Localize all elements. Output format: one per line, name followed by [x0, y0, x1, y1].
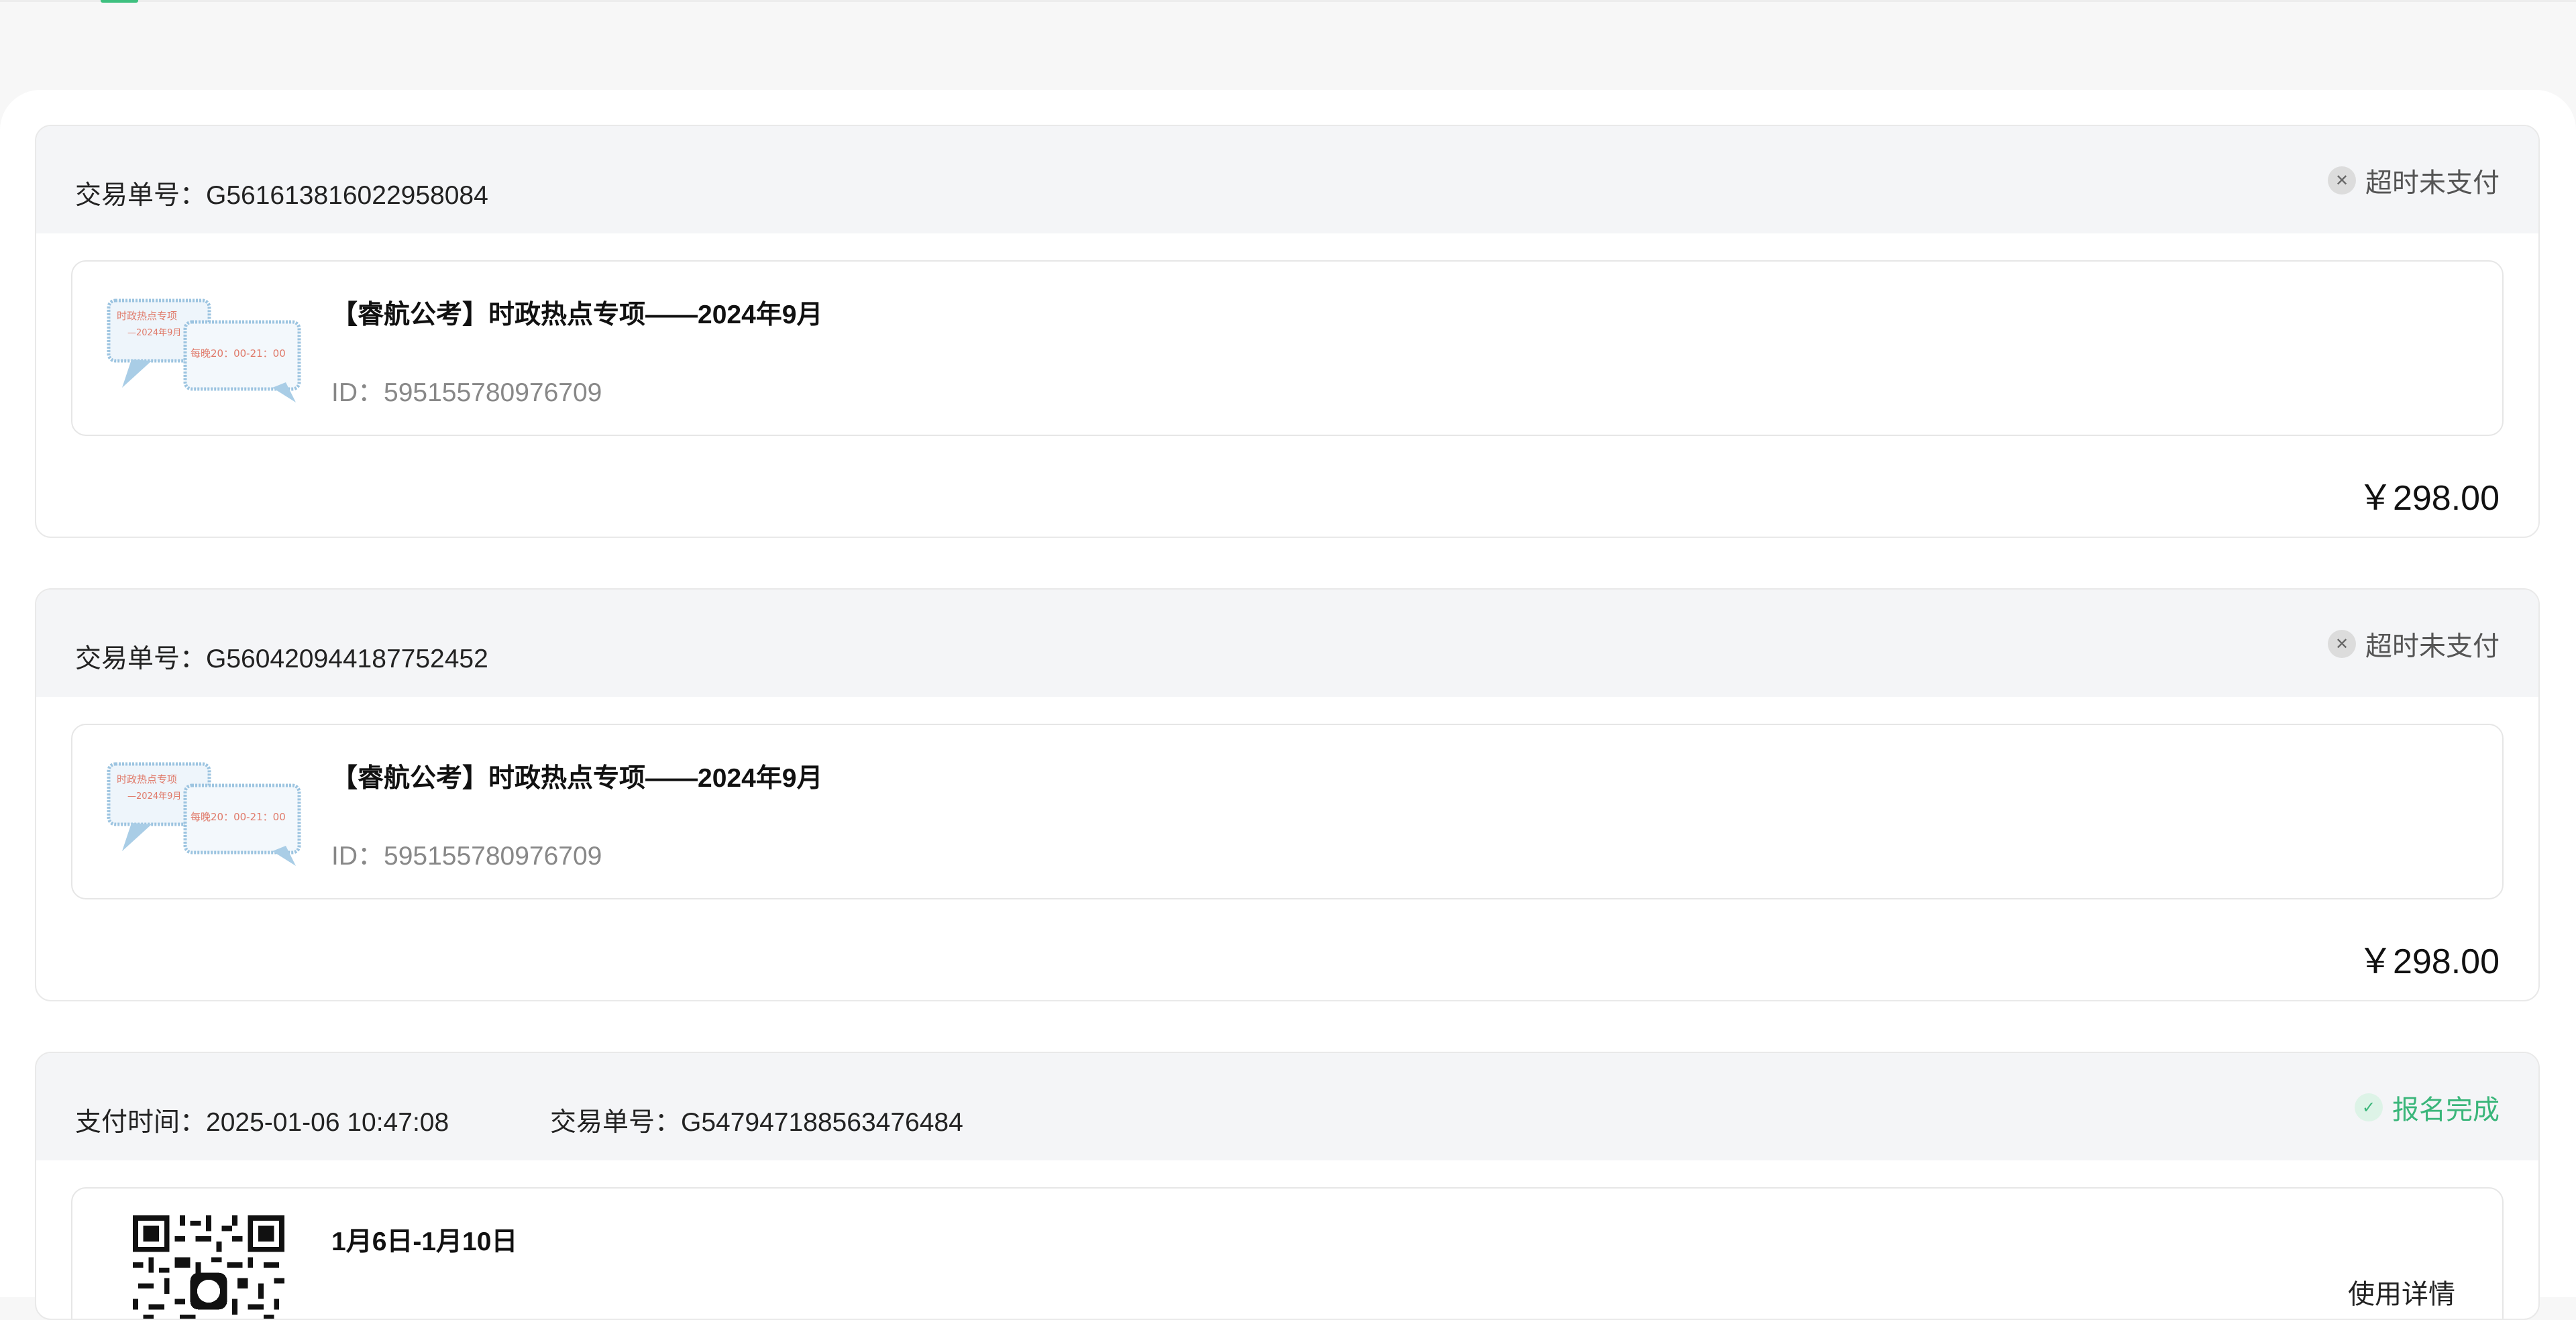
product-id: ID：595155780976709 [331, 835, 602, 873]
status-label: 超时未支付 [2365, 624, 2500, 663]
top-tab-indicator-bar [0, 0, 2576, 2]
order-card[interactable]: 支付时间：2025-01-06 10:47:08 交易单号：G547947188… [35, 1052, 2540, 1320]
svg-text:—2024年9月: —2024年9月 [127, 791, 181, 802]
usage-details-link[interactable]: 使用详情 [2348, 1272, 2455, 1311]
svg-text:每晚20：00-21：00: 每晚20：00-21：00 [191, 811, 286, 823]
close-icon: ✕ [2328, 630, 2356, 658]
order-number-text: 交易单号：G560420944187752452 [75, 638, 488, 675]
active-tab-indicator [101, 0, 138, 3]
status-badge: ✕ 超时未支付 [2328, 164, 2500, 197]
close-icon: ✕ [2328, 166, 2356, 195]
order-number-text: 交易单号：G547947188563476484 [550, 1101, 963, 1139]
svg-text:时政热点专项: 时政热点专项 [117, 773, 177, 785]
order-number-text: 交易单号：G561613816022958084 [75, 174, 488, 212]
product-id: ID：595155780976709 [331, 372, 602, 409]
pay-time-text: 支付时间：2025-01-06 10:47:08 [75, 1101, 449, 1139]
product-title: 1月6日-1月10日 [331, 1221, 517, 1258]
svg-text:—2024年9月: —2024年9月 [127, 328, 181, 338]
qr-code-image [133, 1215, 284, 1320]
check-icon: ✓ [2355, 1093, 2383, 1121]
product-title: 【睿航公考】时政热点专项——2024年9月 [331, 757, 822, 795]
order-price: ￥298.00 [2358, 933, 2500, 983]
product-title: 【睿航公考】时政热点专项——2024年9月 [331, 294, 822, 331]
order-price: ￥298.00 [2358, 470, 2500, 520]
svg-text:每晚20：00-21：00: 每晚20：00-21：00 [191, 347, 286, 360]
product-thumbnail: 时政热点专项 —2024年9月 每晚20：00-21：00 [105, 759, 306, 866]
status-badge: ✓ 报名完成 [2355, 1091, 2500, 1124]
status-label: 超时未支付 [2365, 161, 2500, 200]
order-card[interactable]: 交易单号：G560420944187752452 ✕ 超时未支付 时政热点专项 … [35, 588, 2540, 1001]
product-item[interactable]: 时政热点专项 —2024年9月 每晚20：00-21：00 【睿航公考】时政热点… [71, 724, 2504, 899]
status-label: 报名完成 [2392, 1088, 2500, 1127]
order-card-header: 交易单号：G560420944187752452 ✕ 超时未支付 [36, 590, 2538, 697]
svg-text:时政热点专项: 时政热点专项 [117, 310, 177, 322]
order-list-panel: 交易单号：G561613816022958084 ✕ 超时未支付 时政热点专项 … [0, 90, 2576, 1297]
product-item[interactable]: 1月6日-1月10日 使用详情 [71, 1187, 2504, 1320]
product-thumbnail: 时政热点专项 —2024年9月 每晚20：00-21：00 [105, 295, 306, 402]
status-badge: ✕ 超时未支付 [2328, 627, 2500, 661]
product-item[interactable]: 时政热点专项 —2024年9月 每晚20：00-21：00 【睿航公考】时政热点… [71, 260, 2504, 436]
order-card[interactable]: 交易单号：G561613816022958084 ✕ 超时未支付 时政热点专项 … [35, 125, 2540, 538]
order-card-header: 交易单号：G561613816022958084 ✕ 超时未支付 [36, 126, 2538, 233]
order-card-header: 支付时间：2025-01-06 10:47:08 交易单号：G547947188… [36, 1053, 2538, 1160]
